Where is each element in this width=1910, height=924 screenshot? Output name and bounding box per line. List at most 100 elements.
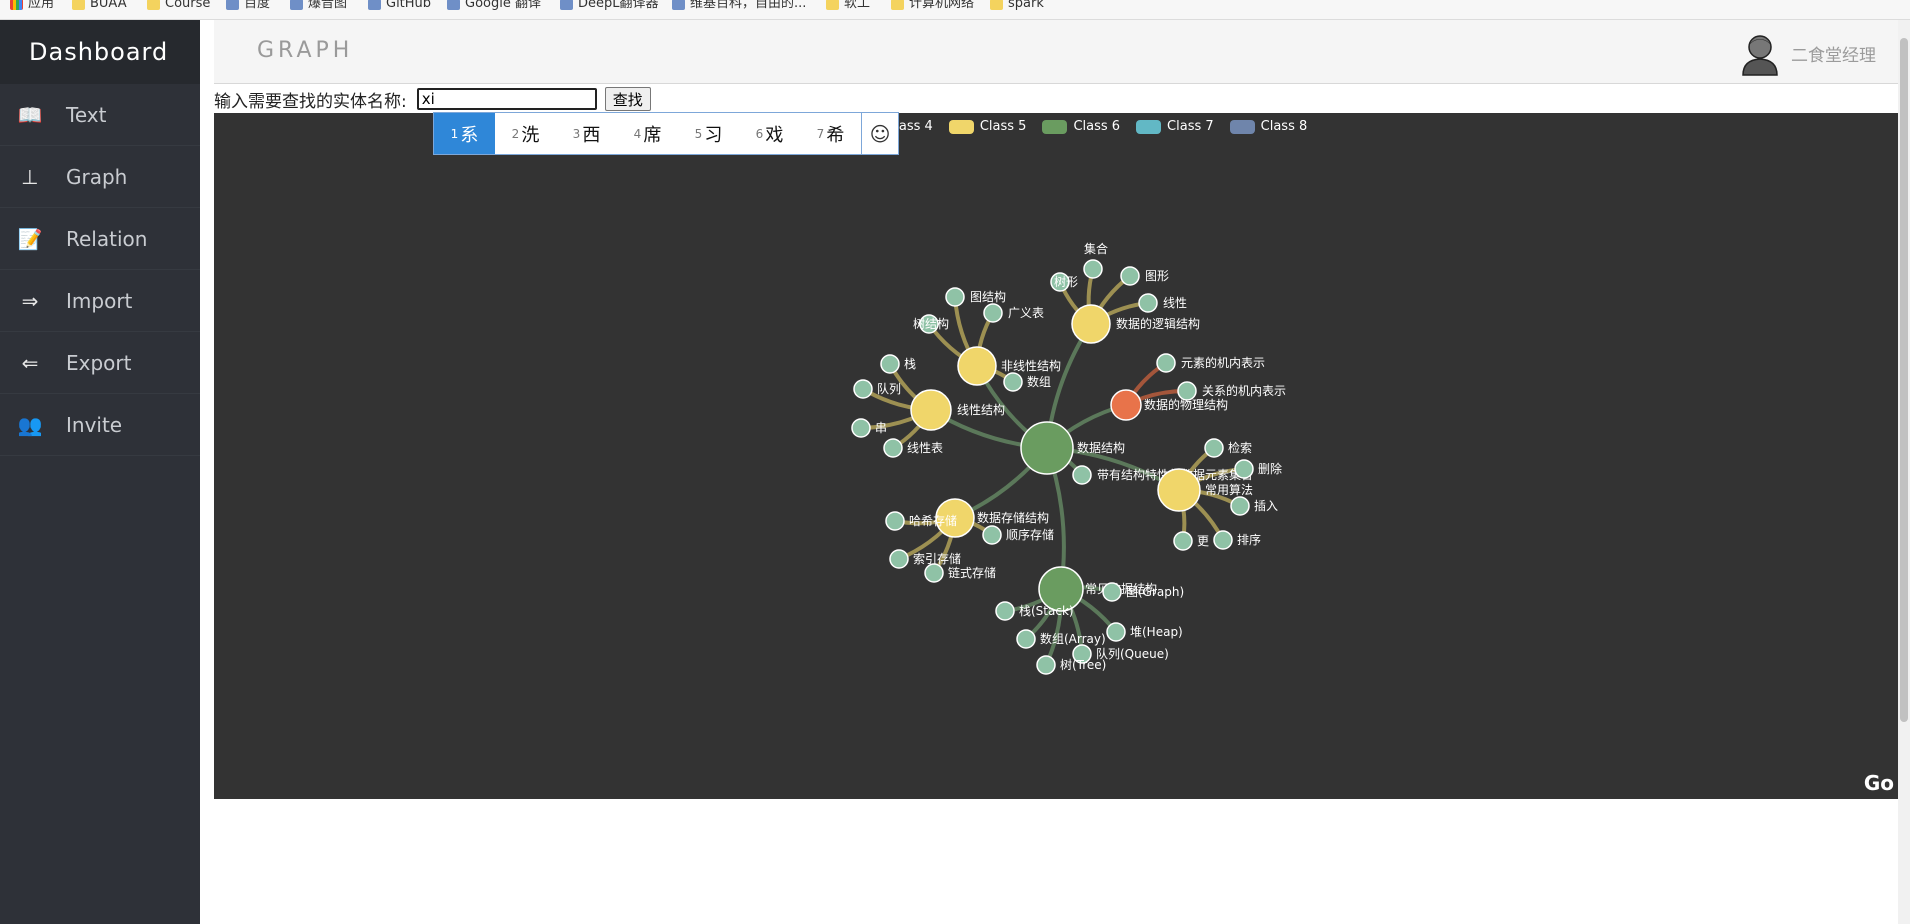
graph-node-circle[interactable] xyxy=(853,379,873,399)
ime-candidate[interactable]: 3西 xyxy=(556,113,617,154)
bookmark-7[interactable]: DeepL翻译器 xyxy=(560,0,659,14)
graph-node-circle[interactable] xyxy=(885,511,905,531)
graph-node[interactable]: 堆(Heap) xyxy=(1106,622,1183,642)
graph-node[interactable]: 串 xyxy=(851,418,887,438)
graph-node-circle[interactable] xyxy=(1102,582,1122,602)
sidebar-item-invite[interactable]: 👥 Invite xyxy=(0,394,200,456)
ime-candidate[interactable]: 7希 xyxy=(800,113,861,154)
bookmark-2[interactable]: Course xyxy=(147,0,210,14)
graph-node-circle[interactable] xyxy=(1003,372,1023,392)
legend-item[interactable]: Class 8 xyxy=(1229,119,1307,134)
bookmark-5[interactable]: GitHub xyxy=(368,0,431,14)
graph-node[interactable]: 排序 xyxy=(1213,530,1261,550)
graph-svg[interactable]: 数据结构数据的逻辑结构集合树形 图形线性非线性结构图结构广义表树结构数组线性结构栈… xyxy=(214,113,1898,799)
page-scrollbar[interactable] xyxy=(1898,20,1910,924)
graph-node-circle[interactable] xyxy=(880,354,900,374)
graph-node-circle[interactable] xyxy=(945,287,965,307)
graph-node-circle[interactable] xyxy=(1071,304,1111,344)
graph-node-circle[interactable] xyxy=(995,601,1015,621)
graph-node-circle[interactable] xyxy=(1173,531,1193,551)
bookmark-11[interactable]: spark xyxy=(990,0,1044,14)
graph-node-circle[interactable] xyxy=(1106,622,1126,642)
graph-node[interactable]: 广义表 xyxy=(983,303,1044,323)
graph-node[interactable]: 栈(Stack) xyxy=(995,601,1074,621)
bookmark-6[interactable]: Google 翻译 xyxy=(447,0,541,14)
graph-node[interactable]: 树(Tree) xyxy=(1036,655,1106,675)
scrollbar-thumb[interactable] xyxy=(1900,38,1908,722)
graph-node-circle[interactable] xyxy=(910,389,952,431)
graph-node[interactable]: 关系的机内表示 xyxy=(1177,381,1286,401)
bookmark-8[interactable]: 维基百科，自由的... xyxy=(672,0,806,14)
graph-nodes[interactable]: 数据结构数据的逻辑结构集合树形 图形线性非线性结构图结构广义表树结构数组线性结构栈… xyxy=(851,241,1286,675)
sidebar-item-relation[interactable]: 📝 Relation xyxy=(0,208,200,270)
legend-item[interactable]: Class 6 xyxy=(1042,119,1120,134)
graph-node-circle[interactable] xyxy=(924,563,944,583)
bookmark-9[interactable]: 软工 xyxy=(826,0,870,14)
graph-node-circle[interactable] xyxy=(1157,468,1201,512)
graph-node[interactable]: 数据的逻辑结构 xyxy=(1071,304,1200,344)
graph-node[interactable]: 数组(Array) xyxy=(1016,629,1106,649)
knowledge-graph-canvas[interactable]: 数据结构 数据的逻辑结构 集合 树形 图形 线性 非线性结构 图结构 广义表 树结构 数组 线性结构栈… xyxy=(214,113,1898,799)
graph-node[interactable]: 图结构 xyxy=(945,287,1006,307)
ime-candidate[interactable]: 6戏 xyxy=(739,113,800,154)
graph-node[interactable]: 图形 xyxy=(1120,266,1169,286)
dashboard-brand[interactable]: Dashboard xyxy=(0,20,200,84)
bookmark-1[interactable]: BUAA xyxy=(72,0,127,14)
graph-node-circle[interactable] xyxy=(957,346,997,386)
graph-node[interactable]: 元素的机内表示 xyxy=(1156,353,1265,373)
search-button[interactable]: 查找 xyxy=(604,87,651,111)
ime-candidate[interactable]: 1系 xyxy=(434,113,495,154)
ime-candidate[interactable]: 4席 xyxy=(617,113,678,154)
graph-node-circle[interactable] xyxy=(1234,459,1254,479)
sidebar-item-graph[interactable]: ⊥ Graph xyxy=(0,146,200,208)
ime-candidate[interactable]: 2洗 xyxy=(495,113,556,154)
graph-node-circle[interactable] xyxy=(1020,421,1074,475)
ime-candidate[interactable]: 5习 xyxy=(678,113,739,154)
graph-node[interactable]: 图(Graph) xyxy=(1102,582,1184,602)
graph-node[interactable]: 树结构 xyxy=(913,314,949,334)
sidebar-item-text[interactable]: 📖 Text xyxy=(0,84,200,146)
graph-node[interactable]: 集合 xyxy=(1083,241,1108,279)
graph-node[interactable]: 线性表 xyxy=(883,438,943,458)
graph-node-circle[interactable] xyxy=(889,549,909,569)
sidebar-item-import[interactable]: ⇒ Import xyxy=(0,270,200,332)
graph-node-circle[interactable] xyxy=(1120,266,1140,286)
graph-node-circle[interactable] xyxy=(1036,655,1056,675)
graph-node[interactable]: 删除 xyxy=(1234,459,1282,479)
graph-node[interactable]: 链式存储 xyxy=(924,563,996,583)
graph-node-circle[interactable] xyxy=(1177,381,1197,401)
graph-node-circle[interactable] xyxy=(883,438,903,458)
sidebar-item-export[interactable]: ⇐ Export xyxy=(0,332,200,394)
legend-item[interactable]: Class 7 xyxy=(1136,119,1214,134)
graph-node-circle[interactable] xyxy=(983,303,1003,323)
graph-node[interactable]: 顺序存储 xyxy=(982,525,1054,545)
graph-node-circle[interactable] xyxy=(1156,353,1176,373)
entity-search-input[interactable] xyxy=(416,88,597,110)
bookmark-10[interactable]: 计算机网络 xyxy=(891,0,974,14)
graph-node-circle[interactable] xyxy=(1204,438,1224,458)
bookmark-0[interactable]: 应用 xyxy=(10,0,54,14)
graph-node[interactable]: 检索 xyxy=(1204,438,1252,458)
bookmark-4[interactable]: 爆音图 xyxy=(290,0,347,14)
legend-item[interactable]: Class 5 xyxy=(948,119,1026,134)
graph-node-circle[interactable] xyxy=(1083,259,1103,279)
graph-node[interactable]: 更 xyxy=(1173,531,1209,551)
graph-node-circle[interactable] xyxy=(851,418,871,438)
bookmark-3[interactable]: 百度 xyxy=(226,0,270,14)
graph-node[interactable]: 数组 xyxy=(1003,372,1051,392)
graph-node-circle[interactable] xyxy=(1110,389,1142,421)
graph-node-circle[interactable] xyxy=(1016,629,1036,649)
graph-node[interactable]: 栈 xyxy=(880,354,916,374)
graph-node-circle[interactable] xyxy=(1213,530,1233,550)
graph-node[interactable]: 队列 xyxy=(853,379,901,399)
graph-node[interactable]: 树形 xyxy=(1050,272,1078,292)
graph-node-circle[interactable] xyxy=(1138,293,1158,313)
graph-node-circle[interactable] xyxy=(1072,465,1092,485)
graph-node[interactable]: 插入 xyxy=(1230,496,1278,516)
graph-node[interactable]: 哈希存储 xyxy=(885,511,957,531)
graph-node-circle[interactable] xyxy=(1230,496,1250,516)
graph-node-circle[interactable] xyxy=(982,525,1002,545)
emoji-icon[interactable]: ☺ xyxy=(861,113,898,154)
user-menu[interactable]: 二食堂经理 xyxy=(1737,30,1876,76)
graph-node[interactable]: 线性 xyxy=(1138,293,1187,313)
